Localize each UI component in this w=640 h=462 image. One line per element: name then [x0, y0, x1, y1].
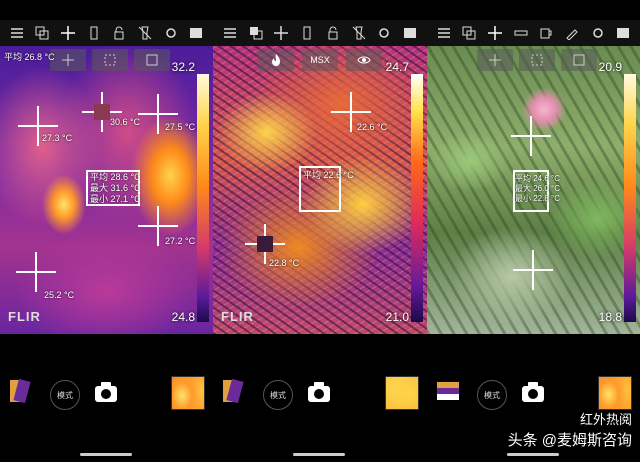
scale-min-value[interactable]: 18.8 [599, 310, 622, 324]
home-indicator [507, 453, 559, 456]
camera-icon[interactable] [307, 380, 331, 404]
color-scale-bar[interactable] [197, 74, 209, 322]
add-spot-button[interactable] [50, 49, 86, 71]
home-indicator [80, 453, 132, 456]
average-readout: 平均 26.8 °C [4, 52, 55, 62]
box-avg: 平均 24.6 °C [515, 174, 560, 183]
watermark-title: 红外热阅 [579, 412, 632, 427]
flir-logo: FLIR [8, 309, 41, 324]
lock-icon[interactable] [324, 24, 342, 42]
spotmeter-icon[interactable] [59, 24, 77, 42]
color-scale-bar[interactable] [624, 74, 636, 322]
bottom-controls: 模式 [213, 334, 427, 462]
layers-icon[interactable] [247, 24, 265, 42]
add-box-button[interactable] [92, 49, 128, 71]
flashlight-off-icon[interactable] [136, 24, 154, 42]
palette-button[interactable] [8, 378, 36, 404]
spotmeter[interactable] [16, 252, 56, 292]
level-span-icon[interactable] [85, 24, 103, 42]
box-max: 最大 26.0 °C [515, 184, 560, 193]
top-toolbar [213, 20, 427, 46]
scale-min-value[interactable]: 21.0 [386, 310, 409, 324]
watermark: 头条 @麦姆斯咨询 [508, 429, 632, 450]
visual-panel: 20.9 18.8 平均 24.6 °C 最大 26.0 °C 最小 22.8 … [427, 0, 640, 462]
thermal-panel-iron: 平均 26.8 °C 32.2 24.8 27.3 °C 30.6 °C 27.… [0, 0, 213, 462]
box-avg: 平均 22.6 °C [303, 170, 354, 180]
spotmeter-icon[interactable] [486, 24, 504, 42]
palette-icon[interactable] [614, 24, 632, 42]
watermark-source: 头条 [507, 432, 538, 449]
spot-temp: 25.2 °C [44, 290, 75, 300]
spot-temp: 27.3 °C [42, 133, 73, 143]
camera-icon[interactable] [521, 380, 545, 404]
spotmeter-icon[interactable] [272, 24, 290, 42]
spot-temp: 27.2 °C [165, 236, 196, 246]
ruler-icon[interactable] [512, 24, 530, 42]
palette-button[interactable] [435, 378, 463, 404]
top-toolbar [0, 20, 213, 46]
thermal-mode-tab[interactable] [258, 49, 294, 71]
gallery-thumbnail[interactable] [598, 376, 632, 410]
cup-icon[interactable] [537, 24, 555, 42]
flir-logo: FLIR [221, 309, 254, 324]
menu-icon[interactable] [221, 24, 239, 42]
bottom-controls: 模式 [0, 334, 213, 462]
spotmeter[interactable] [513, 250, 553, 290]
spot-temp: 27.5 °C [165, 122, 196, 132]
gallery-thumbnail[interactable] [385, 376, 419, 410]
visual-mode-tab[interactable] [346, 49, 382, 71]
add-box-button[interactable] [519, 49, 555, 71]
scale-min-value[interactable]: 24.8 [172, 310, 195, 324]
scale-max-value[interactable]: 24.7 [386, 60, 409, 74]
add-area-button[interactable] [561, 49, 597, 71]
dropper-icon[interactable] [563, 24, 581, 42]
flashlight-off-icon[interactable] [350, 24, 368, 42]
box-max: 最大 31.6 °C [90, 183, 141, 193]
camera-icon[interactable] [94, 380, 118, 404]
box-min: 最小 27.1 °C [90, 194, 141, 204]
box-stats: 平均 28.6 °C 最大 31.6 °C 最小 27.1 °C [90, 172, 141, 205]
top-toolbar [427, 20, 640, 46]
scale-max-value[interactable]: 20.9 [599, 60, 622, 74]
palette-button[interactable] [221, 378, 249, 404]
mode-button[interactable]: 模式 [50, 380, 80, 410]
add-spot-button[interactable] [477, 49, 513, 71]
menu-icon[interactable] [8, 24, 26, 42]
lock-icon[interactable] [110, 24, 128, 42]
color-scale-bar[interactable] [411, 74, 423, 322]
add-area-button[interactable] [134, 49, 170, 71]
spot-temp: 22.6 °C [357, 122, 388, 132]
box-min: 最小 22.8 °C [515, 194, 560, 203]
level-span-icon[interactable] [298, 24, 316, 42]
gallery-thumbnail[interactable] [171, 376, 205, 410]
settings-icon[interactable] [162, 24, 180, 42]
menu-icon[interactable] [435, 24, 453, 42]
box-avg: 平均 28.6 °C [90, 172, 141, 182]
scale-max-value[interactable]: 32.2 [172, 60, 195, 74]
settings-icon[interactable] [589, 24, 607, 42]
msx-mode-tab[interactable]: MSX [302, 49, 338, 71]
mode-button[interactable]: 模式 [263, 380, 293, 410]
watermark-handle: @麦姆斯咨询 [541, 432, 632, 449]
palette-icon[interactable] [401, 24, 419, 42]
spotmeter[interactable] [511, 116, 551, 156]
settings-icon[interactable] [375, 24, 393, 42]
thermal-panel-msx: MSX 24.7 21.0 22.6 °C 22.8 °C 平均 22.6 °C… [213, 0, 427, 462]
box-stats: 平均 24.6 °C 最大 26.0 °C 最小 22.8 °C [515, 174, 560, 204]
home-indicator [293, 453, 345, 456]
layers-icon[interactable] [460, 24, 478, 42]
mode-button[interactable]: 模式 [477, 380, 507, 410]
spot-temp: 30.6 °C [110, 117, 141, 127]
palette-icon[interactable] [187, 24, 205, 42]
layers-icon[interactable] [33, 24, 51, 42]
spot-temp: 22.8 °C [269, 258, 300, 268]
